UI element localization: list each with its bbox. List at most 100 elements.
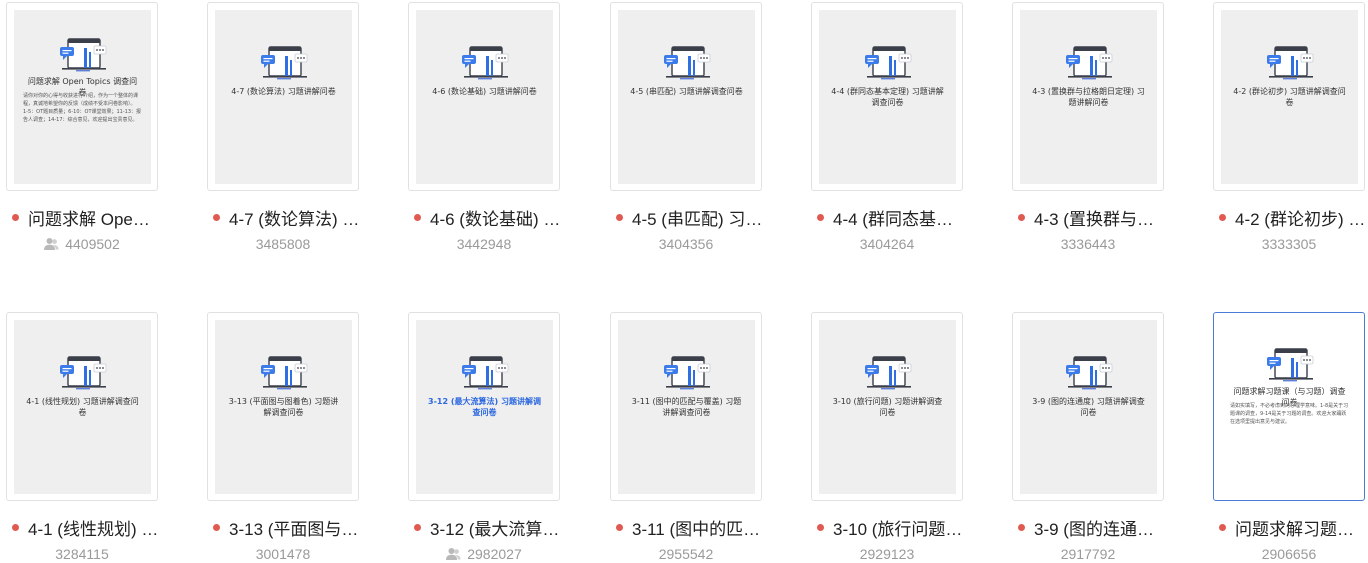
survey-id-row: 2929123 [811, 545, 963, 563]
survey-card[interactable]: 3-9 (图的连通度) 习题讲解调查问卷 3-9 (图的连通… 2917792 [1012, 312, 1164, 563]
status-dot-icon [817, 213, 824, 221]
survey-document-icon [863, 44, 913, 80]
status-dot-icon [213, 523, 220, 531]
preview-title: 3-12 (最大流算法) 习题讲解调查问卷 [428, 397, 541, 417]
survey-card[interactable]: 4-3 (置换群与拉格朗日定理) 习题讲解问卷 4-3 (置换群与… 3336443 [1012, 2, 1164, 267]
preview-title: 4-3 (置换群与拉格朗日定理) 习题讲解问卷 [1032, 87, 1145, 107]
survey-card[interactable]: 3-10 (旅行问题) 习题讲解调查问卷 3-10 (旅行问题… 2929123 [811, 312, 963, 563]
survey-title[interactable]: 4-3 (置换群与… [1034, 205, 1154, 230]
survey-title-row[interactable]: 4-1 (线性规划) … [12, 515, 160, 539]
survey-title-row[interactable]: 4-4 (群同态基… [817, 205, 965, 229]
status-dot-icon [12, 213, 19, 221]
survey-title-row[interactable]: 问题求解习题… [1219, 515, 1367, 539]
survey-preview: 4-2 (群论初步) 习题讲解调查问卷 [1221, 10, 1358, 184]
status-dot-icon [1219, 523, 1226, 531]
survey-document-icon [259, 354, 309, 390]
survey-id: 2929123 [859, 546, 915, 562]
survey-preview: 3-12 (最大流算法) 习题讲解调查问卷 [416, 320, 553, 494]
survey-document-icon [1064, 44, 1114, 80]
survey-title-row[interactable]: 3-9 (图的连通… [1018, 515, 1166, 539]
survey-title-row[interactable]: 4-3 (置换群与… [1018, 205, 1166, 229]
survey-title-row[interactable]: 问题求解 Ope… [12, 205, 160, 229]
survey-id: 3336443 [1060, 236, 1116, 252]
survey-thumbnail[interactable]: 4-4 (群同态基本定理) 习题讲解调查问卷 [811, 2, 963, 191]
status-dot-icon [616, 523, 623, 531]
survey-preview: 4-7 (数论算法) 习题讲解问卷 [215, 10, 352, 184]
survey-card[interactable]: 3-11 (图中的匹配与覆盖) 习题讲解调查问卷 3-11 (图中的匹… 29555… [610, 312, 762, 563]
survey-id: 3404356 [658, 236, 714, 252]
survey-thumbnail[interactable]: 4-5 (串匹配) 习题讲解调查问卷 [610, 2, 762, 191]
survey-title-row[interactable]: 3-12 (最大流算… [414, 515, 562, 539]
survey-document-icon [863, 354, 913, 390]
survey-title[interactable]: 问题求解 Ope… [28, 205, 150, 230]
survey-thumbnail[interactable]: 问题求解 Open Topics 调查问卷 请你对你的心得与收获进行介绍，作为一个… [6, 2, 158, 191]
survey-thumbnail[interactable]: 3-13 (平面图与图着色) 习题讲解调查问卷 [207, 312, 359, 501]
status-dot-icon [1018, 213, 1025, 221]
survey-thumbnail[interactable]: 4-6 (数论基础) 习题讲解问卷 [408, 2, 560, 191]
survey-title[interactable]: 4-5 (串匹配) 习… [632, 205, 762, 230]
survey-title[interactable]: 问题求解习题… [1235, 515, 1354, 540]
survey-title[interactable]: 3-10 (旅行问题… [833, 515, 962, 540]
survey-title-row[interactable]: 4-5 (串匹配) 习… [616, 205, 764, 229]
survey-grid: 问题求解 Open Topics 调查问卷 请你对你的心得与收获进行介绍，作为一个… [0, 0, 1368, 563]
survey-document-icon [460, 44, 510, 80]
survey-title[interactable]: 3-12 (最大流算… [430, 515, 559, 540]
survey-id: 2906656 [1261, 546, 1317, 562]
survey-title-row[interactable]: 4-6 (数论基础) … [414, 205, 562, 229]
survey-card[interactable]: 问题求解习题课（与习题）调查问卷 请如实填写，不必考虑到的心理学意味。1-8是关于… [1213, 312, 1365, 563]
survey-preview: 3-13 (平面图与图着色) 习题讲解调查问卷 [215, 320, 352, 494]
survey-title[interactable]: 3-13 (平面图与… [229, 515, 358, 540]
survey-thumbnail[interactable]: 3-11 (图中的匹配与覆盖) 习题讲解调查问卷 [610, 312, 762, 501]
survey-card[interactable]: 4-7 (数论算法) 习题讲解问卷 4-7 (数论算法) … 3485808 [207, 2, 359, 267]
preview-title: 4-2 (群论初步) 习题讲解调查问卷 [1233, 87, 1346, 107]
survey-title-row[interactable]: 4-7 (数论算法) … [213, 205, 361, 229]
survey-document-icon [662, 354, 712, 390]
survey-thumbnail[interactable]: 3-9 (图的连通度) 习题讲解调查问卷 [1012, 312, 1164, 501]
survey-card[interactable]: 问题求解 Open Topics 调查问卷 请你对你的心得与收获进行介绍，作为一个… [6, 2, 158, 267]
survey-title-row[interactable]: 3-11 (图中的匹… [616, 515, 764, 539]
status-dot-icon [12, 523, 19, 531]
survey-thumbnail[interactable]: 4-7 (数论算法) 习题讲解问卷 [207, 2, 359, 191]
preview-title: 4-4 (群同态基本定理) 习题讲解调查问卷 [831, 87, 944, 107]
survey-thumbnail[interactable]: 3-10 (旅行问题) 习题讲解调查问卷 [811, 312, 963, 501]
survey-id-row: 2955542 [610, 545, 762, 563]
survey-title[interactable]: 4-2 (群论初步) … [1235, 205, 1365, 230]
survey-title[interactable]: 4-6 (数论基础) … [430, 205, 560, 230]
survey-title[interactable]: 3-9 (图的连通… [1034, 515, 1154, 540]
survey-id-row: 2982027 [408, 545, 560, 563]
survey-preview: 4-3 (置换群与拉格朗日定理) 习题讲解问卷 [1020, 10, 1157, 184]
survey-id: 3404264 [859, 236, 915, 252]
survey-thumbnail[interactable]: 4-2 (群论初步) 习题讲解调查问卷 [1213, 2, 1365, 191]
survey-card[interactable]: 3-12 (最大流算法) 习题讲解调查问卷 3-12 (最大流算… 2982027 [408, 312, 560, 563]
survey-card[interactable]: 4-5 (串匹配) 习题讲解调查问卷 4-5 (串匹配) 习… 3404356 [610, 2, 762, 267]
survey-title-row[interactable]: 3-13 (平面图与… [213, 515, 361, 539]
status-dot-icon [616, 213, 623, 221]
preview-description: 请如实填写，不必考虑到的心理学意味。1-8是关于习题课的调查，9-14是关于习题… [1230, 403, 1349, 425]
survey-preview: 4-6 (数论基础) 习题讲解问卷 [416, 10, 553, 184]
survey-thumbnail[interactable]: 3-12 (最大流算法) 习题讲解调查问卷 [408, 312, 560, 501]
survey-thumbnail[interactable]: 4-3 (置换群与拉格朗日定理) 习题讲解问卷 [1012, 2, 1164, 191]
survey-card[interactable]: 4-2 (群论初步) 习题讲解调查问卷 4-2 (群论初步) … 3333305 [1213, 2, 1365, 267]
status-dot-icon [817, 523, 824, 531]
survey-title[interactable]: 3-11 (图中的匹… [632, 515, 760, 540]
survey-id-row: 3442948 [408, 235, 560, 253]
survey-preview: 3-9 (图的连通度) 习题讲解调查问卷 [1020, 320, 1157, 494]
survey-card[interactable]: 4-1 (线性规划) 习题讲解调查问卷 4-1 (线性规划) … 3284115 [6, 312, 158, 563]
survey-card[interactable]: 3-13 (平面图与图着色) 习题讲解调查问卷 3-13 (平面图与… 300147… [207, 312, 359, 563]
survey-card[interactable]: 4-4 (群同态基本定理) 习题讲解调查问卷 4-4 (群同态基… 3404264 [811, 2, 963, 267]
status-dot-icon [213, 213, 220, 221]
survey-title[interactable]: 4-1 (线性规划) … [28, 515, 158, 540]
survey-card[interactable]: 4-6 (数论基础) 习题讲解问卷 4-6 (数论基础) … 3442948 [408, 2, 560, 267]
status-dot-icon [414, 523, 421, 531]
survey-title[interactable]: 4-4 (群同态基… [833, 205, 953, 230]
survey-title[interactable]: 4-7 (数论算法) … [229, 205, 359, 230]
survey-title-row[interactable]: 3-10 (旅行问题… [817, 515, 965, 539]
survey-preview: 3-11 (图中的匹配与覆盖) 习题讲解调查问卷 [618, 320, 755, 494]
preview-title: 4-5 (串匹配) 习题讲解调查问卷 [630, 87, 743, 96]
survey-thumbnail[interactable]: 4-1 (线性规划) 习题讲解调查问卷 [6, 312, 158, 501]
preview-title: 3-10 (旅行问题) 习题讲解调查问卷 [832, 397, 943, 417]
survey-thumbnail[interactable]: 问题求解习题课（与习题）调查问卷 请如实填写，不必考虑到的心理学意味。1-8是关于… [1213, 312, 1365, 501]
survey-title-row[interactable]: 4-2 (群论初步) … [1219, 205, 1367, 229]
survey-document-icon [460, 354, 510, 390]
survey-document-icon [58, 354, 108, 390]
